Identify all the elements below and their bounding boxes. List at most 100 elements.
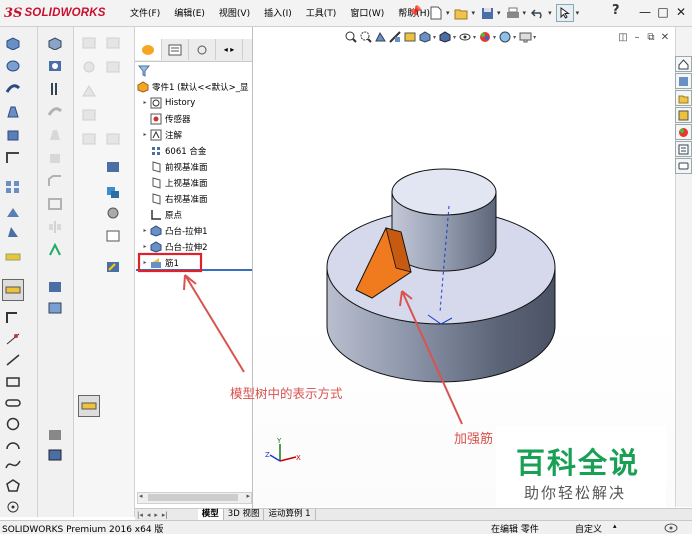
- feature-tree-horizontal-scrollbar[interactable]: ◂ ▸: [137, 492, 252, 504]
- polygon-icon[interactable]: [4, 478, 22, 494]
- zoom-to-fit-icon[interactable]: [343, 30, 358, 44]
- units-dropdown-icon[interactable]: ▴: [613, 522, 617, 530]
- expander-icon[interactable]: ▸: [141, 259, 149, 266]
- scroll-left-arrow[interactable]: ◂: [139, 492, 143, 500]
- reference-geometry-icon[interactable]: [46, 242, 64, 258]
- tree-item-origin[interactable]: 原点: [141, 207, 182, 222]
- fillet-icon[interactable]: [4, 150, 22, 166]
- solidworks-logo[interactable]: 3S SOLIDWORKS: [4, 4, 106, 22]
- undo-icon[interactable]: [530, 5, 546, 21]
- disabled-tool-icon-4[interactable]: [104, 59, 122, 75]
- design-library-icon[interactable]: [675, 73, 692, 89]
- menu-view[interactable]: 视图(V): [217, 5, 252, 20]
- tree-item-material[interactable]: 6061 合金: [141, 143, 206, 158]
- hide-show-items-icon[interactable]: [458, 30, 473, 44]
- chamfer-icon[interactable]: [46, 173, 64, 189]
- tree-item-annotations[interactable]: ▸ 注解: [141, 127, 182, 142]
- viewport-restore-icon[interactable]: ⧉: [644, 30, 658, 44]
- hole-wizard-icon[interactable]: [46, 58, 64, 74]
- circle-icon[interactable]: [4, 416, 22, 432]
- print-icon[interactable]: [505, 5, 521, 21]
- rollback-bar[interactable]: [136, 269, 252, 271]
- part-root-node[interactable]: 零件1 (默认<<默认>_显: [136, 79, 249, 94]
- viewport-close-icon[interactable]: ✕: [658, 30, 672, 44]
- open-folder-icon[interactable]: [454, 5, 470, 21]
- last-tab-arrow[interactable]: ▸|: [162, 511, 168, 519]
- section-view-icon[interactable]: [46, 447, 64, 463]
- tree-item-rib-1[interactable]: ▸ 筋1: [141, 255, 179, 270]
- spline-icon[interactable]: [4, 457, 22, 473]
- tab-motion-study[interactable]: 运动算例 1: [264, 509, 316, 520]
- lofted-cut-icon[interactable]: [46, 127, 64, 143]
- zoom-to-area-icon[interactable]: [358, 30, 373, 44]
- arc-icon[interactable]: [4, 437, 22, 453]
- viewport-split-icon[interactable]: ◫: [616, 30, 630, 44]
- dynamic-annotation-icon[interactable]: [403, 30, 418, 44]
- gear-tool-icon[interactable]: [104, 205, 122, 221]
- tree-item-sensors[interactable]: 传感器: [141, 111, 191, 126]
- revolved-cut-icon[interactable]: [46, 81, 64, 97]
- new-document-icon[interactable]: [428, 5, 444, 21]
- point-icon[interactable]: [4, 499, 22, 515]
- help-icon[interactable]: ?: [612, 3, 620, 18]
- disabled-tool-icon-1[interactable]: [80, 35, 98, 51]
- disabled-tool-icon-2[interactable]: [104, 35, 122, 51]
- boundary-boss-icon[interactable]: [4, 127, 22, 143]
- measure-selected-icon[interactable]: [78, 395, 100, 417]
- measure-tool-icon[interactable]: [4, 249, 22, 265]
- expander-icon[interactable]: ▸: [141, 227, 149, 234]
- assembly-tool-icon[interactable]: [104, 184, 122, 200]
- menu-window[interactable]: 窗口(W): [348, 5, 386, 20]
- view-palette-icon[interactable]: [675, 107, 692, 123]
- measure-active-icon[interactable]: [2, 279, 24, 301]
- viewport-minimize-icon[interactable]: –: [630, 30, 644, 44]
- file-explorer-icon[interactable]: [675, 90, 692, 106]
- minimize-button[interactable]: —: [636, 3, 654, 21]
- boundary-cut-icon[interactable]: [46, 150, 64, 166]
- tree-item-top-plane[interactable]: 上视基准面: [141, 175, 208, 190]
- custom-properties-icon[interactable]: [675, 141, 692, 157]
- prev-tab-arrow[interactable]: ◂: [147, 511, 151, 519]
- mirror-icon[interactable]: [46, 219, 64, 235]
- instant3d-icon[interactable]: [46, 300, 64, 316]
- disabled-tool-icon-6[interactable]: [80, 107, 98, 123]
- line-icon[interactable]: [4, 352, 22, 368]
- menu-edit[interactable]: 编辑(E): [172, 5, 207, 20]
- view-settings-icon[interactable]: [518, 30, 533, 44]
- select-arrow-icon[interactable]: [555, 4, 574, 22]
- part-tool-icon[interactable]: [104, 159, 122, 175]
- feature-tree-tab[interactable]: [135, 39, 162, 60]
- shell-icon[interactable]: [46, 196, 64, 212]
- scroll-right-arrow[interactable]: ▸: [246, 492, 250, 500]
- scroll-thumb[interactable]: [148, 494, 238, 501]
- apply-scene-icon[interactable]: [498, 30, 513, 44]
- property-manager-tab[interactable]: [162, 39, 189, 60]
- tab-3d-views[interactable]: 3D 视图: [224, 509, 265, 520]
- rib-tool-icon[interactable]: [4, 204, 22, 220]
- forum-icon[interactable]: [675, 158, 692, 174]
- rib-command-icon[interactable]: [104, 259, 122, 275]
- swept-boss-icon[interactable]: [4, 81, 22, 97]
- maximize-button[interactable]: □: [654, 3, 672, 21]
- extruded-cut-icon[interactable]: [46, 35, 64, 51]
- expander-icon[interactable]: ▸: [141, 131, 149, 138]
- save-icon[interactable]: [479, 5, 495, 21]
- revolved-boss-icon[interactable]: [4, 58, 22, 74]
- rectangle-icon[interactable]: [4, 374, 22, 390]
- first-tab-arrow[interactable]: |◂: [137, 511, 143, 519]
- tab-scroll-arrows[interactable]: ◂ ▸: [216, 39, 243, 60]
- tree-item-history[interactable]: ▸ History: [141, 95, 195, 110]
- solidworks-resources-icon[interactable]: [675, 56, 692, 72]
- tab-model[interactable]: 模型: [197, 509, 224, 520]
- tree-item-boss-extrude-1[interactable]: ▸ 凸台-拉伸1: [141, 223, 207, 238]
- view-orientation-icon[interactable]: [418, 30, 433, 44]
- sketch-icon[interactable]: [4, 310, 22, 326]
- curves-icon[interactable]: [46, 279, 64, 295]
- slot-icon[interactable]: [4, 395, 22, 411]
- extruded-boss-icon[interactable]: [4, 35, 22, 51]
- draft-icon[interactable]: [4, 224, 22, 240]
- previous-view-icon[interactable]: [373, 30, 388, 44]
- lofted-boss-icon[interactable]: [4, 104, 22, 120]
- tree-item-boss-extrude-2[interactable]: ▸ 凸台-拉伸2: [141, 239, 207, 254]
- display-style-icon[interactable]: [438, 30, 453, 44]
